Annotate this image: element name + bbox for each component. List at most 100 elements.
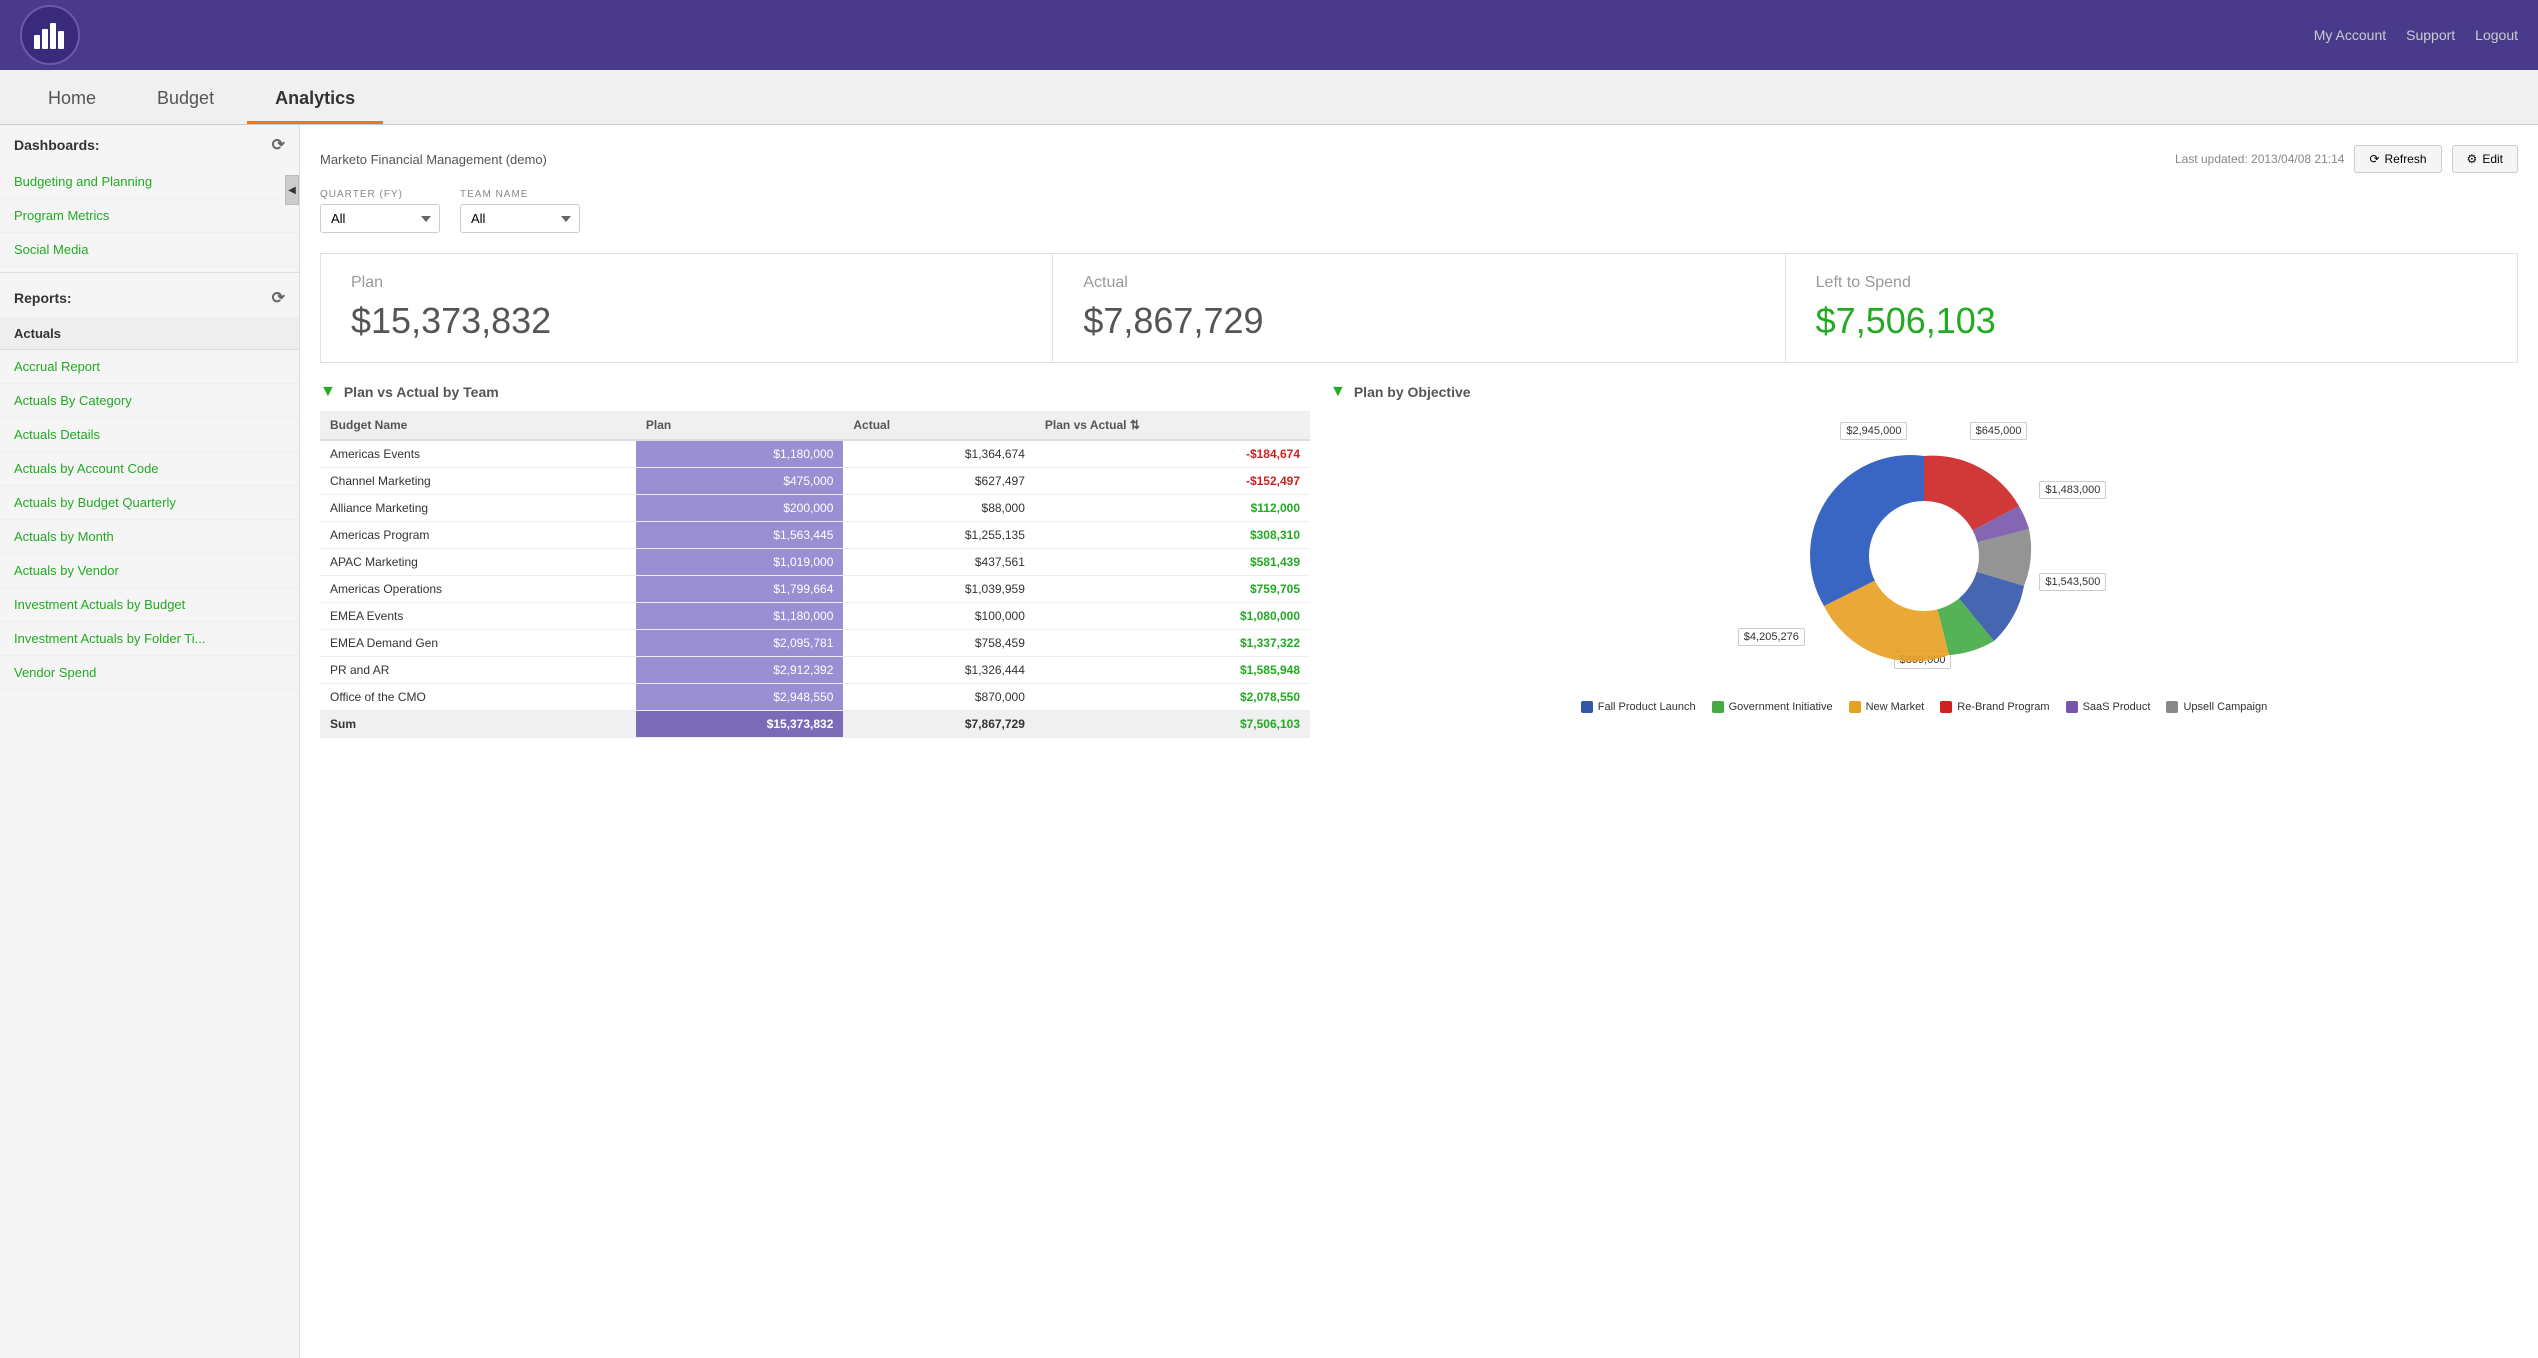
row-plan: $1,180,000 [636,440,843,468]
sum-pva: $7,506,103 [1035,711,1310,738]
row-pva: $308,310 [1035,522,1310,549]
dashboards-refresh-icon[interactable]: ⟳ [272,135,285,155]
row-pva: -$152,497 [1035,468,1310,495]
edit-label: Edit [2482,152,2503,166]
table-row: Channel Marketing $475,000 $627,497 -$15… [320,468,1310,495]
table-row: Office of the CMO $2,948,550 $870,000 $2… [320,684,1310,711]
row-actual: $1,255,135 [843,522,1035,549]
table-row: PR and AR $2,912,392 $1,326,444 $1,585,9… [320,657,1310,684]
row-plan: $1,563,445 [636,522,843,549]
kpi-plan: Plan $15,373,832 [321,254,1053,362]
row-pva: $581,439 [1035,549,1310,576]
plan-vs-actual-title: Plan vs Actual by Team [344,384,499,400]
table-row: Americas Operations $1,799,664 $1,039,95… [320,576,1310,603]
col-pva[interactable]: Plan vs Actual ⇅ [1035,411,1310,440]
row-pva: $112,000 [1035,495,1310,522]
legend-new-market: New Market [1849,701,1925,713]
logout-link[interactable]: Logout [2475,27,2518,43]
dashboard-items: Budgeting and Planning Program Metrics S… [0,165,299,267]
bottom-panels: ▼ Plan vs Actual by Team Budget Name Pla… [320,383,2518,738]
sidebar-item-actuals-account-code[interactable]: Actuals by Account Code [0,452,299,486]
row-pva: $2,078,550 [1035,684,1310,711]
reports-refresh-icon[interactable]: ⟳ [272,288,285,308]
quarter-filter-select[interactable]: All Q1 Q2 Q3 Q4 [320,204,440,233]
sidebar-item-accrual[interactable]: Accrual Report [0,350,299,384]
refresh-button[interactable]: ⟳ Refresh [2354,145,2441,173]
legend-dot-fall [1581,701,1593,713]
sidebar-item-investment-actuals-folder[interactable]: Investment Actuals by Folder Ti... [0,622,299,656]
row-name: Americas Program [320,522,636,549]
row-actual: $100,000 [843,603,1035,630]
team-filter-select[interactable]: All [460,204,580,233]
donut-chart-container: $2,945,000 $645,000 $1,483,000 $1,543,50… [1330,411,2518,713]
sum-actual: $7,867,729 [843,711,1035,738]
chart-filter-icon: ▼ [1330,383,1346,401]
legend-dot-rebrand [1940,701,1952,713]
refresh-label: Refresh [2385,152,2427,166]
table-sum-row: Sum $15,373,832 $7,867,729 $7,506,103 [320,711,1310,738]
legend-dot-upsell [2166,701,2178,713]
sidebar-item-program-metrics[interactable]: Program Metrics [0,199,299,233]
row-actual: $437,561 [843,549,1035,576]
legend-label-fall: Fall Product Launch [1598,701,1696,713]
col-plan: Plan [636,411,843,440]
workspace-label: Marketo Financial Management (demo) [320,152,547,167]
row-actual: $1,364,674 [843,440,1035,468]
table-row: Americas Events $1,180,000 $1,364,674 -$… [320,440,1310,468]
plan-by-objective-title: Plan by Objective [1354,384,1471,400]
sidebar-collapse-button[interactable]: ◀ [285,175,299,205]
donut-svg [1734,411,2114,691]
dashboards-label: Dashboards: [14,137,100,153]
col-actual: Actual [843,411,1035,440]
legend-dot-government [1712,701,1724,713]
reports-group-label: Actuals [0,318,299,350]
edit-button[interactable]: ⚙ Edit [2452,145,2518,173]
row-plan: $2,095,781 [636,630,843,657]
row-pva: $1,337,322 [1035,630,1310,657]
plan-vs-actual-header: ▼ Plan vs Actual by Team [320,383,1310,401]
tab-home[interactable]: Home [20,76,124,124]
row-plan: $1,180,000 [636,603,843,630]
table-row: APAC Marketing $1,019,000 $437,561 $581,… [320,549,1310,576]
sidebar-item-budgeting[interactable]: Budgeting and Planning [0,165,299,199]
row-name: PR and AR [320,657,636,684]
sum-plan: $15,373,832 [636,711,843,738]
chart-legend: Fall Product Launch Government Initiativ… [1581,701,2267,713]
row-pva: $759,705 [1035,576,1310,603]
sidebar-item-actuals-details[interactable]: Actuals Details [0,418,299,452]
sidebar-item-investment-actuals-budget[interactable]: Investment Actuals by Budget [0,588,299,622]
filter-icon: ▼ [320,383,336,401]
sidebar-item-actuals-month[interactable]: Actuals by Month [0,520,299,554]
kpi-actual-value: $7,867,729 [1083,300,1754,342]
tab-budget[interactable]: Budget [129,76,242,124]
row-actual: $1,326,444 [843,657,1035,684]
sidebar-item-actuals-category[interactable]: Actuals By Category [0,384,299,418]
kpi-left-label: Left to Spend [1816,274,2487,292]
row-plan: $2,912,392 [636,657,843,684]
support-link[interactable]: Support [2406,27,2455,43]
my-account-link[interactable]: My Account [2314,27,2386,43]
kpi-plan-value: $15,373,832 [351,300,1022,342]
row-pva: $1,080,000 [1035,603,1310,630]
legend-rebrand: Re-Brand Program [1940,701,2049,713]
sidebar-item-actuals-budget-quarterly[interactable]: Actuals by Budget Quarterly [0,486,299,520]
row-name: Channel Marketing [320,468,636,495]
col-budget-name: Budget Name [320,411,636,440]
legend-government: Government Initiative [1712,701,1833,713]
sidebar-item-actuals-vendor[interactable]: Actuals by Vendor [0,554,299,588]
sidebar: Dashboards: ⟳ Budgeting and Planning Pro… [0,125,300,1358]
quarter-filter-label: QUARTER (FY) [320,189,440,200]
row-plan: $475,000 [636,468,843,495]
sidebar-item-vendor-spend[interactable]: Vendor Spend [0,656,299,690]
donut-area: $2,945,000 $645,000 $1,483,000 $1,543,50… [1734,411,2114,691]
filters-row: QUARTER (FY) All Q1 Q2 Q3 Q4 TEAM NAME A… [320,189,2518,233]
table-row: Americas Program $1,563,445 $1,255,135 $… [320,522,1310,549]
tab-analytics[interactable]: Analytics [247,76,383,124]
row-name: APAC Marketing [320,549,636,576]
sidebar-item-social-media[interactable]: Social Media [0,233,299,267]
content-area: Marketo Financial Management (demo) Last… [300,125,2538,1358]
plan-by-objective-header: ▼ Plan by Objective [1330,383,2518,401]
reports-header: Reports: ⟳ [0,278,299,318]
team-filter-label: TEAM NAME [460,189,580,200]
row-name: Office of the CMO [320,684,636,711]
